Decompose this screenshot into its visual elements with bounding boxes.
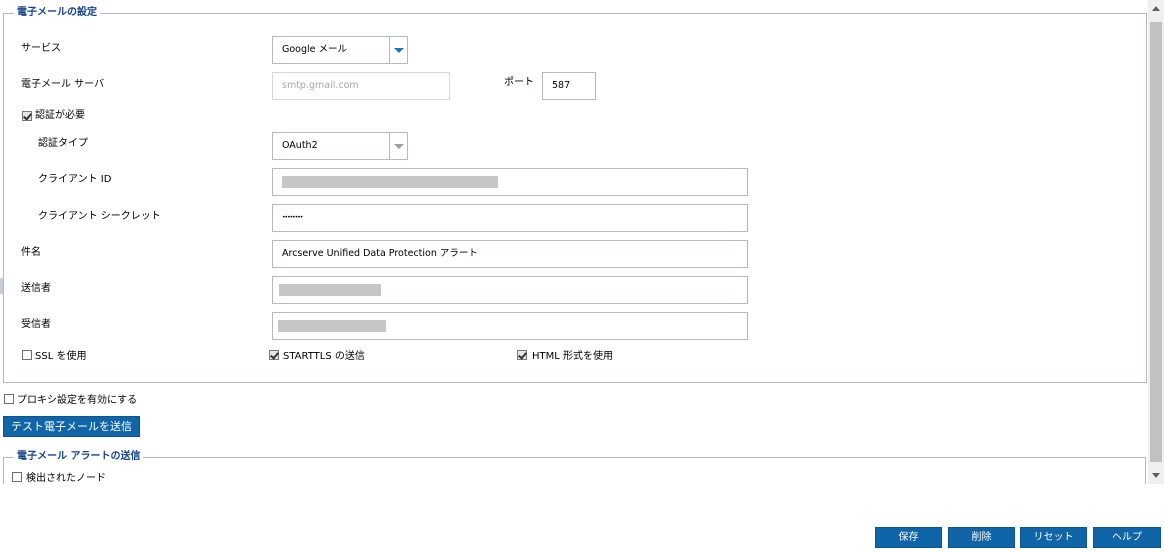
detected-nodes-checkbox[interactable] [12, 472, 22, 482]
email-alerts-legend: 電子メール アラートの送信 [14, 451, 144, 463]
use-ssl-checkbox[interactable] [22, 350, 32, 360]
scrollbar-thumb[interactable] [1150, 22, 1162, 462]
detected-nodes-label: 検出されたノード [26, 473, 106, 484]
use-ssl-label: SSL を使用 [35, 351, 87, 362]
sender-input[interactable] [272, 276, 748, 304]
auth-required-label: 認証が必要 [35, 110, 85, 121]
service-value: Google メール [282, 44, 348, 55]
email-alerts-group: 電子メール アラートの送信 [3, 451, 1146, 484]
email-settings-legend: 電子メールの設定 [14, 7, 100, 19]
client-id-label: クライアント ID [38, 174, 112, 185]
service-combo[interactable]: Google メール [272, 36, 408, 64]
subject-label: 件名 [21, 247, 41, 258]
vertical-scrollbar[interactable] [1148, 0, 1164, 484]
starttls-checkbox[interactable] [269, 350, 279, 360]
email-server-label: 電子メール サーバ [21, 79, 105, 90]
redacted-value [282, 176, 498, 188]
proxy-checkbox[interactable] [4, 394, 14, 404]
save-button[interactable]: 保存 [875, 527, 942, 548]
delete-button[interactable]: 削除 [948, 527, 1015, 548]
port-input[interactable]: 587 [542, 72, 596, 100]
auth-type-combo[interactable]: OAuth2 [272, 132, 408, 160]
client-secret-input[interactable]: •••••••• [272, 204, 748, 232]
html-format-checkbox[interactable] [517, 350, 527, 360]
proxy-label: プロキシ設定を有効にする [17, 395, 138, 406]
service-label: サービス [21, 43, 61, 54]
reset-button[interactable]: リセット [1020, 527, 1087, 548]
client-id-input[interactable] [272, 168, 748, 196]
auth-type-value: OAuth2 [282, 140, 318, 151]
client-secret-label: クライアント シークレット [38, 211, 161, 222]
scroll-up-icon[interactable] [1152, 6, 1160, 11]
recipient-input[interactable] [272, 312, 748, 340]
help-button[interactable]: ヘルプ [1093, 527, 1161, 548]
starttls-label: STARTTLS の送信 [283, 351, 365, 362]
scroll-down-icon[interactable] [1152, 473, 1160, 478]
settings-scroll-area: 電子メールの設定 サービス Google メール 電子メール サーバ smtp.… [0, 0, 1164, 484]
recipient-label: 受信者 [21, 319, 51, 330]
email-server-input[interactable]: smtp.gmail.com [272, 72, 450, 100]
port-label: ポート [504, 77, 534, 88]
collapse-handle[interactable] [0, 278, 3, 294]
auth-required-checkbox[interactable] [22, 111, 32, 121]
chevron-down-icon[interactable] [389, 37, 407, 63]
redacted-value [278, 320, 386, 332]
chevron-down-icon[interactable] [389, 133, 407, 159]
auth-type-label: 認証タイプ [38, 138, 88, 149]
redacted-value [279, 284, 381, 296]
sender-label: 送信者 [21, 283, 51, 294]
subject-input[interactable]: Arcserve Unified Data Protection アラート [272, 240, 748, 268]
send-test-email-button[interactable]: テスト電子メールを送信 [3, 416, 140, 437]
html-format-label: HTML 形式を使用 [532, 351, 614, 362]
